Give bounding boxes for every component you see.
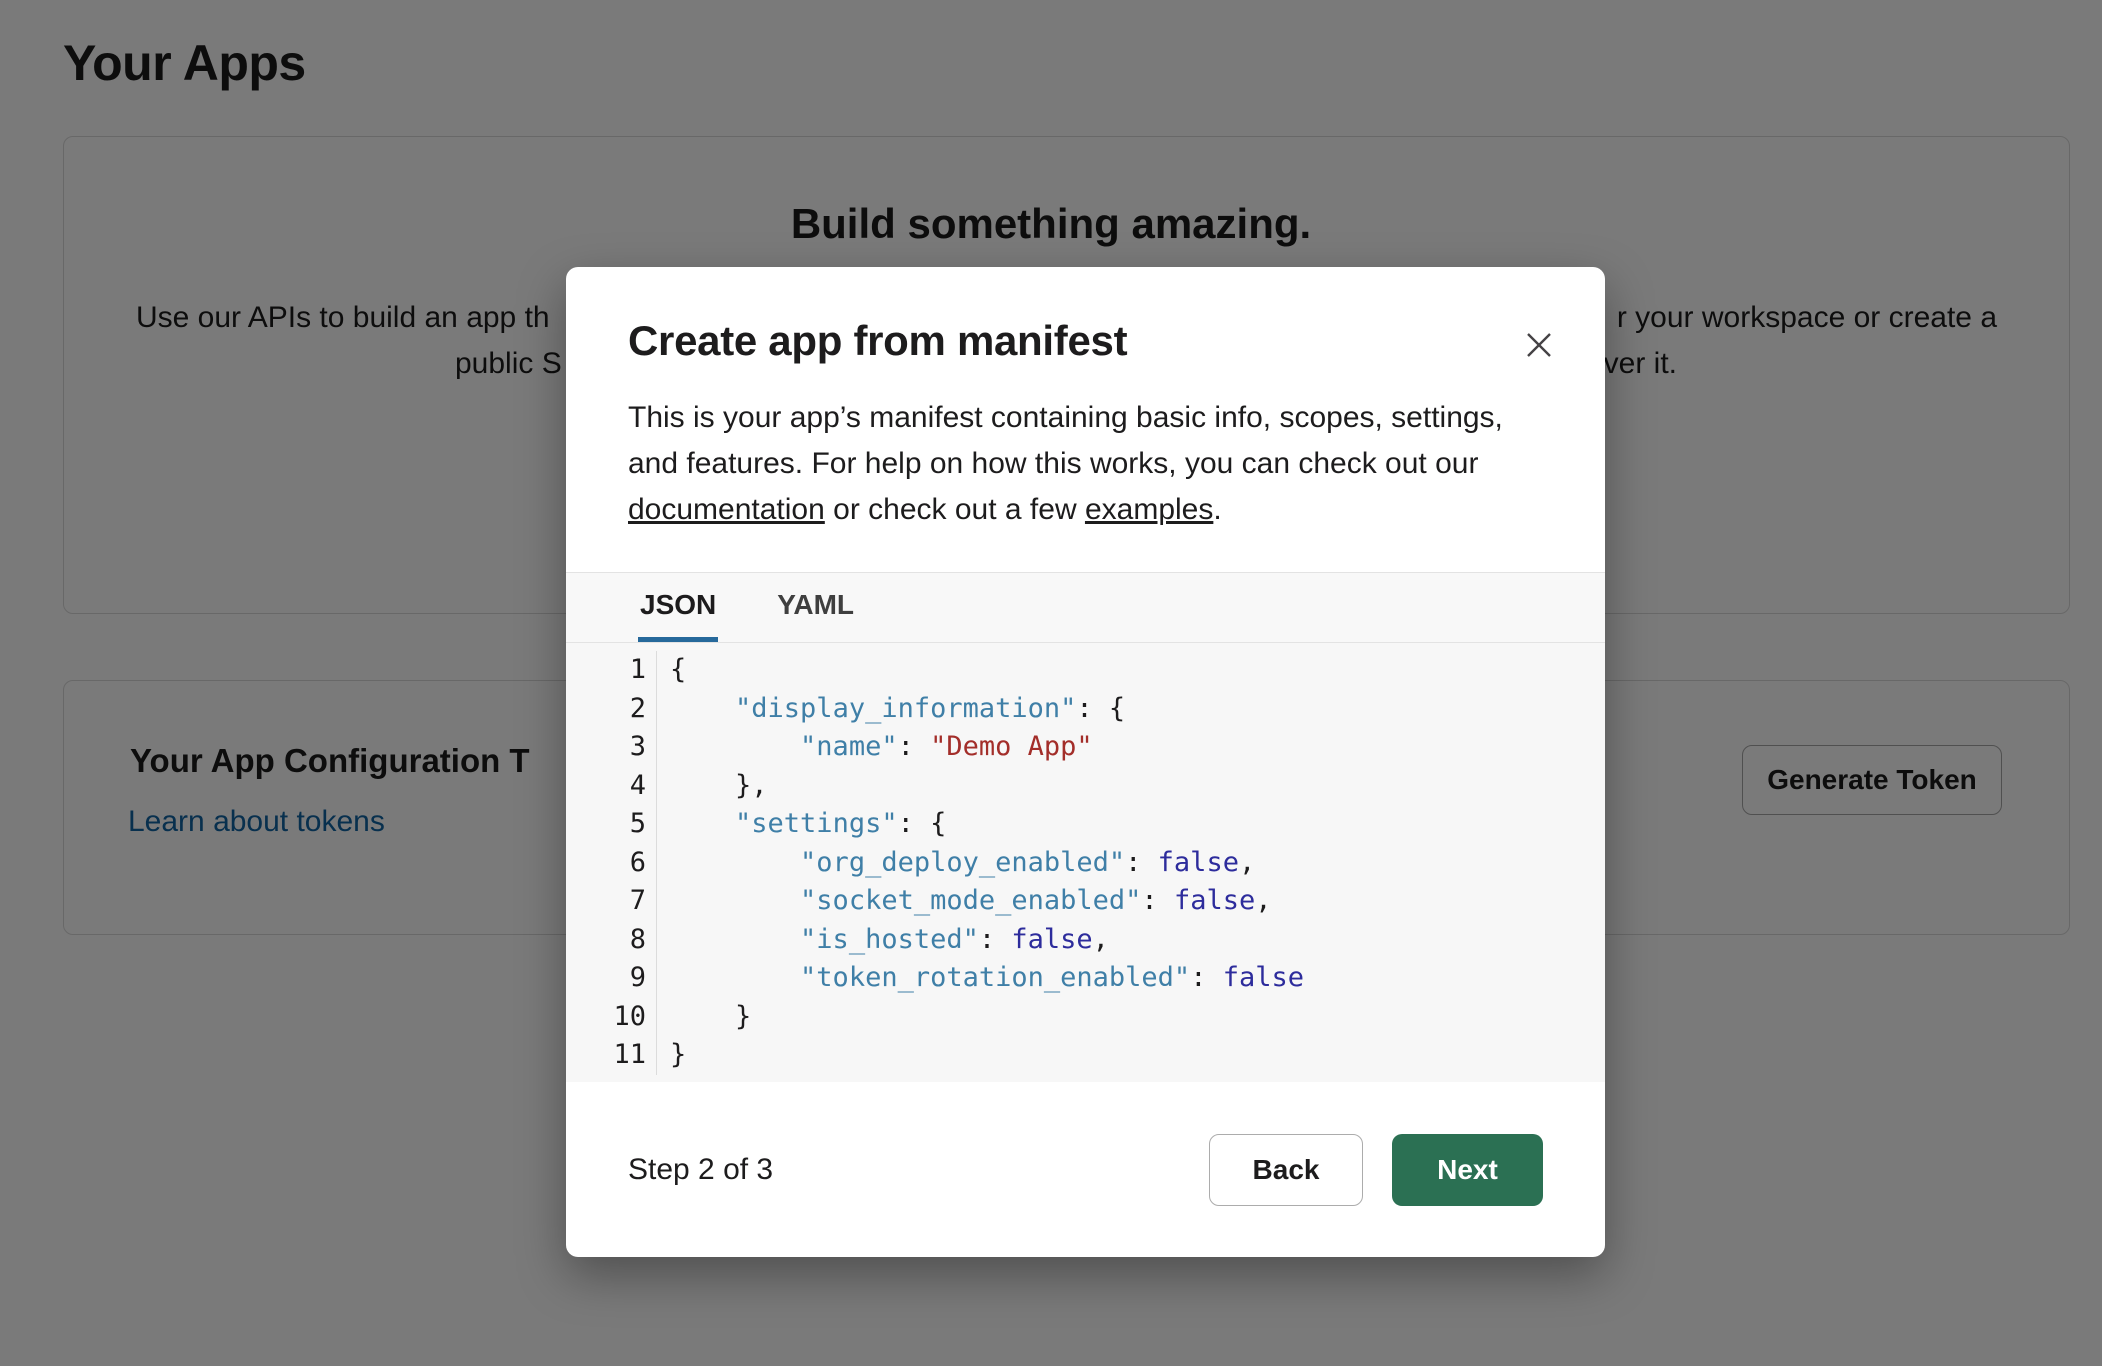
code-line: 4 }, (566, 767, 1605, 806)
code-line: 8 "is_hosted": false, (566, 921, 1605, 960)
next-button[interactable]: Next (1392, 1134, 1543, 1206)
create-app-from-manifest-modal: Create app from manifest This is your ap… (566, 267, 1605, 1257)
code-line: 5 "settings": { (566, 805, 1605, 844)
json-manifest-editor[interactable]: 1{2 "display_information": {3 "name": "D… (566, 643, 1605, 1082)
modal-title: Create app from manifest (628, 317, 1127, 365)
line-number: 6 (566, 844, 657, 883)
code-line: 11} (566, 1036, 1605, 1075)
code-lines: 1{2 "display_information": {3 "name": "D… (566, 651, 1605, 1075)
line-number: 3 (566, 728, 657, 767)
back-button[interactable]: Back (1209, 1134, 1363, 1206)
close-button[interactable] (1517, 323, 1561, 367)
code-line: 9 "token_rotation_enabled": false (566, 959, 1605, 998)
line-number: 1 (566, 651, 657, 690)
description-text: or check out a few (825, 493, 1085, 526)
code-line: 2 "display_information": { (566, 690, 1605, 729)
manifest-format-tabs: JSON YAML (566, 572, 1605, 643)
modal-footer: Step 2 of 3 Back Next (628, 1082, 1543, 1257)
line-number: 7 (566, 882, 657, 921)
code-line: 10 } (566, 998, 1605, 1037)
description-text: This is your app’s manifest containing b… (628, 401, 1503, 480)
code-line: 3 "name": "Demo App" (566, 728, 1605, 767)
line-number: 10 (566, 998, 657, 1037)
step-indicator: Step 2 of 3 (628, 1153, 773, 1187)
line-number: 2 (566, 690, 657, 729)
examples-link[interactable]: examples (1085, 493, 1213, 526)
line-number: 11 (566, 1036, 657, 1075)
tab-json[interactable]: JSON (638, 573, 718, 642)
line-number: 8 (566, 921, 657, 960)
modal-description: This is your app’s manifest containing b… (628, 395, 1546, 533)
description-text: . (1213, 493, 1221, 526)
code-line: 6 "org_deploy_enabled": false, (566, 844, 1605, 883)
code-line: 7 "socket_mode_enabled": false, (566, 882, 1605, 921)
line-number: 4 (566, 767, 657, 806)
line-number: 9 (566, 959, 657, 998)
footer-buttons: Back Next (1209, 1134, 1543, 1206)
close-icon (1521, 327, 1557, 363)
line-number: 5 (566, 805, 657, 844)
code-line: 1{ (566, 651, 1605, 690)
tab-yaml[interactable]: YAML (775, 573, 856, 642)
documentation-link[interactable]: documentation (628, 493, 825, 526)
